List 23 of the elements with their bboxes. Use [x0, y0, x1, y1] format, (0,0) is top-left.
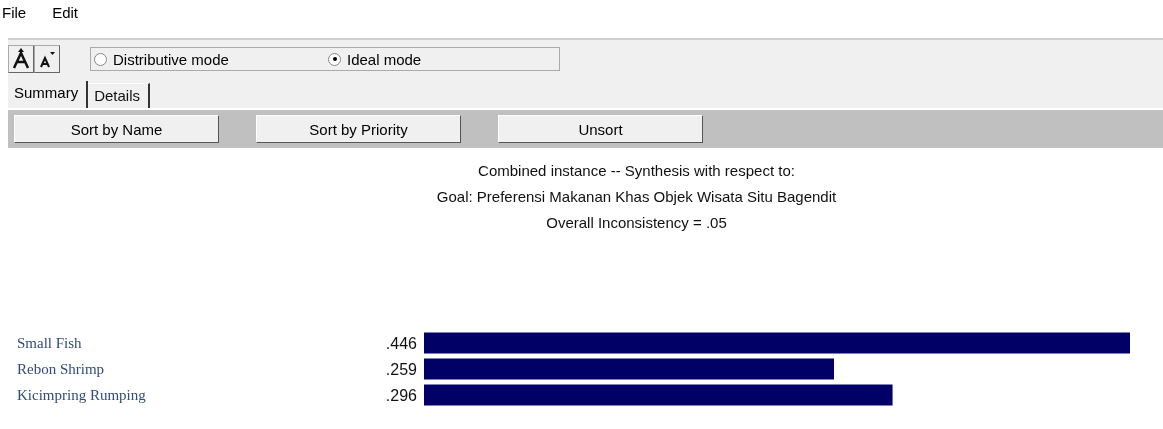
radio-label[interactable]: Ideal mode: [347, 50, 422, 68]
font-increase-icon: [12, 48, 30, 70]
radio-button[interactable]: [94, 52, 107, 66]
alternative-name: Small Fish: [17, 335, 82, 351]
sort-button[interactable]: Sort by Name: [14, 115, 219, 143]
decrease-font-button[interactable]: [34, 45, 60, 73]
alternative-name: Kicimpring Rumping: [17, 387, 146, 403]
priority-value: .296: [385, 387, 417, 404]
priority-value: .259: [385, 361, 417, 378]
synthesis-heading: Combined instance -- Synthesis with respect to:: [478, 161, 795, 181]
synthesis-heading: Overall Inconsistency = .05: [546, 213, 727, 233]
radio-label[interactable]: Distributive mode: [113, 50, 229, 68]
font-decrease-icon: [39, 50, 55, 68]
menu-item[interactable]: Edit: [50, 4, 81, 30]
radio-button[interactable]: [328, 52, 341, 66]
sort-button[interactable]: Unsort: [498, 115, 703, 143]
tab[interactable]: Details: [88, 83, 151, 108]
sort-button[interactable]: Sort by Priority: [256, 115, 461, 143]
increase-font-button[interactable]: [8, 45, 34, 73]
alternative-name: Rebon Shrimp: [17, 361, 105, 377]
priority-value: .446: [385, 335, 417, 352]
menu-item[interactable]: File: [0, 4, 29, 30]
synthesis-heading: Goal: Preferensi Makanan Khas Objek Wisata Situ Bagendit: [436, 187, 837, 207]
